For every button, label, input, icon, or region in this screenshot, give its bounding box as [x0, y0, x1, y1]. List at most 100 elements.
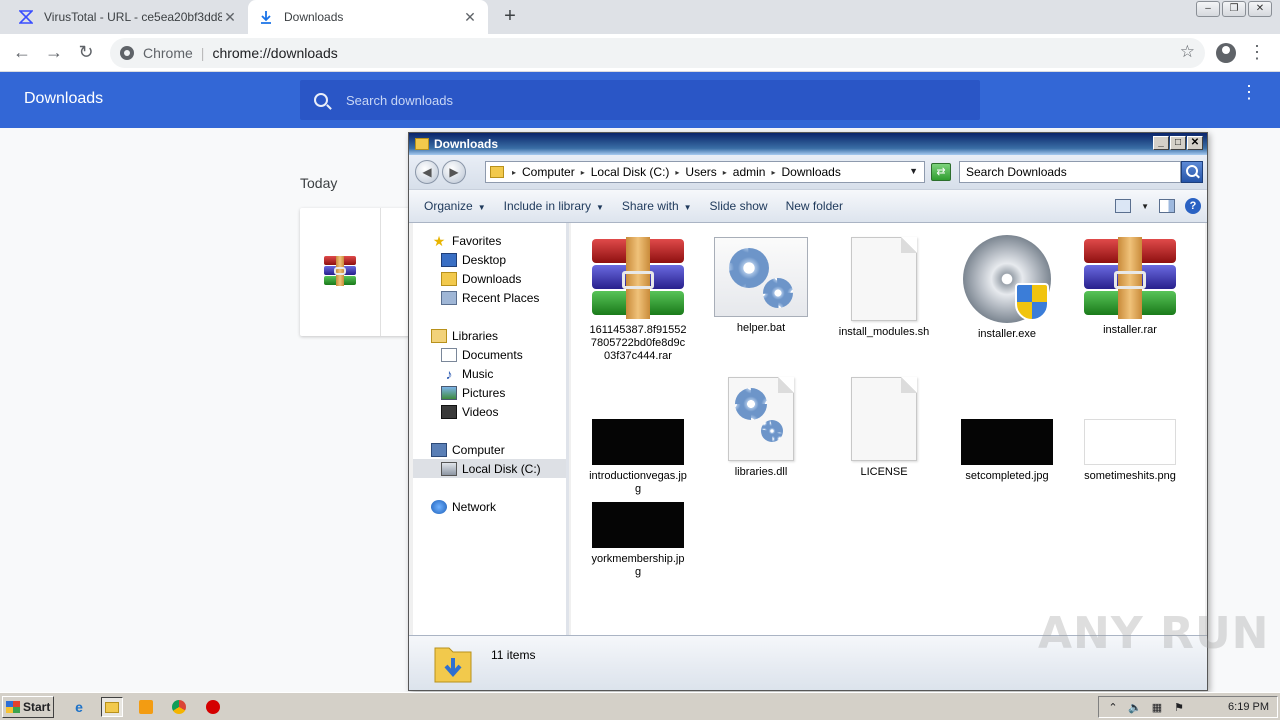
address-bar[interactable]: Chrome | chrome://downloads	[110, 38, 1205, 68]
virustotal-icon	[18, 9, 34, 25]
new-folder-button[interactable]: New folder	[777, 199, 852, 213]
downloads-search[interactable]	[300, 80, 980, 120]
restore-button[interactable]: ❐	[1222, 1, 1246, 17]
internet-explorer-icon[interactable]: e	[68, 697, 90, 717]
nav-network[interactable]: Network	[431, 497, 496, 516]
file-name: install_modules.sh	[838, 326, 930, 338]
file-item[interactable]: libraries.dll	[706, 377, 816, 479]
chevron-down-icon: ▼	[477, 203, 486, 212]
close-button[interactable]: ✕	[1187, 136, 1203, 150]
more-actions-icon[interactable]: ⋮	[1240, 83, 1258, 101]
breadcrumb[interactable]: ▸ Computer ▸ Local Disk (C:) ▸ Users ▸ a…	[485, 161, 925, 183]
file-item[interactable]: 161145387.8f915527805722bd0fe8d9c03f37c4…	[583, 237, 693, 363]
nav-music[interactable]: ♪ Music	[441, 364, 494, 383]
close-button[interactable]: ✕	[1248, 1, 1272, 17]
explorer-title-bar[interactable]: Downloads _ □ ✕	[409, 133, 1207, 155]
explorer-window-controls: _ □ ✕	[1153, 136, 1203, 150]
nav-computer[interactable]: Computer	[431, 440, 505, 459]
nav-label: Pictures	[462, 385, 506, 400]
breadcrumb-item[interactable]: admin	[733, 165, 766, 179]
pictures-icon	[441, 385, 457, 400]
winrar-file-icon	[324, 256, 356, 286]
minimize-button[interactable]: ‒	[1196, 1, 1220, 17]
nav-pictures[interactable]: Pictures	[441, 383, 505, 402]
nav-local-disk[interactable]: Local Disk (C:)	[413, 459, 566, 478]
back-button[interactable]: ←	[10, 41, 34, 65]
file-item[interactable]: introductionvegas.jpg	[583, 419, 693, 496]
preview-pane-icon[interactable]	[1159, 199, 1175, 213]
nav-recent-places[interactable]: Recent Places	[441, 288, 539, 307]
explorer-search[interactable]	[959, 161, 1181, 183]
tab-downloads[interactable]: Downloads ✕	[248, 0, 488, 34]
chevron-right-icon[interactable]: ▸	[723, 168, 727, 177]
file-item[interactable]: yorkmembership.jpg	[583, 502, 693, 579]
search-input[interactable]	[346, 92, 946, 108]
breadcrumb-item[interactable]: Users	[685, 165, 716, 179]
close-tab-icon[interactable]: ✕	[222, 9, 238, 26]
new-tab-button[interactable]: +	[498, 5, 522, 28]
forward-button[interactable]: ▶	[442, 160, 466, 184]
explorer-taskbar-icon[interactable]	[101, 697, 123, 717]
start-button[interactable]: Start	[2, 696, 54, 718]
profile-avatar-icon[interactable]	[1216, 43, 1236, 63]
volume-icon[interactable]: 🔈	[1127, 701, 1143, 714]
search-input[interactable]	[966, 165, 1166, 179]
show-hidden-icons-icon[interactable]: ⌃	[1105, 701, 1121, 714]
organize-menu[interactable]: Organize ▼	[415, 199, 495, 213]
breadcrumb-item[interactable]: Downloads	[781, 165, 840, 179]
chevron-right-icon[interactable]: ▸	[675, 168, 679, 177]
nav-downloads[interactable]: Downloads	[441, 269, 521, 288]
chevron-right-icon[interactable]: ▸	[771, 168, 775, 177]
chrome-menu-icon[interactable]: ⋮	[1248, 42, 1266, 63]
nav-videos[interactable]: Videos	[441, 402, 498, 421]
tab-title: VirusTotal - URL - ce5ea20bf3dd86a	[44, 10, 222, 24]
nav-documents[interactable]: Documents	[441, 345, 523, 364]
slide-show-button[interactable]: Slide show	[701, 199, 777, 213]
change-view-icon[interactable]	[1115, 199, 1132, 213]
back-button[interactable]: ◀	[415, 160, 439, 184]
nav-desktop[interactable]: Desktop	[441, 250, 506, 269]
chevron-down-icon: ▼	[683, 203, 692, 212]
network-tray-icon[interactable]: ▦	[1149, 701, 1165, 714]
file-item[interactable]: install_modules.sh	[829, 237, 939, 339]
stop-sign-icon[interactable]	[202, 697, 224, 717]
refresh-icon[interactable]: ⇄	[931, 163, 951, 181]
maximize-button[interactable]: □	[1170, 136, 1186, 150]
search-icon[interactable]	[1181, 161, 1203, 183]
media-player-icon[interactable]	[135, 697, 157, 717]
breadcrumb-item[interactable]: Local Disk (C:)	[591, 165, 670, 179]
file-item[interactable]: installer.exe	[952, 235, 1062, 341]
chevron-down-icon[interactable]: ▼	[909, 166, 918, 176]
chevron-right-icon[interactable]: ▸	[512, 168, 516, 177]
chevron-down-icon[interactable]: ▼	[1141, 202, 1149, 211]
chevron-right-icon[interactable]: ▸	[581, 168, 585, 177]
close-tab-icon[interactable]: ✕	[462, 9, 478, 26]
file-item[interactable]: setcompleted.jpg	[952, 419, 1062, 483]
forward-button[interactable]: →	[42, 41, 66, 65]
documents-icon	[441, 347, 457, 362]
action-center-flag-icon[interactable]: ⚑	[1171, 701, 1187, 714]
nav-libraries[interactable]: Libraries	[431, 326, 498, 345]
file-name: setcompleted.jpg	[965, 470, 1049, 482]
help-icon[interactable]: ?	[1185, 198, 1201, 214]
include-in-library-menu[interactable]: Include in library ▼	[495, 199, 613, 213]
share-with-menu[interactable]: Share with ▼	[613, 199, 701, 213]
installer-disc-icon	[963, 235, 1051, 323]
desktop-icon	[441, 252, 457, 267]
tab-virustotal[interactable]: VirusTotal - URL - ce5ea20bf3dd86a ✕	[8, 0, 248, 34]
url-text: chrome://downloads	[212, 45, 338, 61]
image-thumbnail	[1084, 419, 1176, 465]
reload-button[interactable]: ↻	[74, 41, 98, 65]
chrome-taskbar-icon[interactable]	[168, 697, 190, 717]
file-item[interactable]: helper.bat	[706, 237, 816, 335]
file-name: yorkmembership.jpg	[591, 553, 685, 578]
breadcrumb-item[interactable]: Computer	[522, 165, 575, 179]
file-item[interactable]: LICENSE	[829, 377, 939, 479]
file-item[interactable]: installer.rar	[1075, 237, 1185, 337]
minimize-button[interactable]: _	[1153, 136, 1169, 150]
nav-favorites[interactable]: ★ Favorites	[431, 231, 502, 250]
file-item[interactable]: sometimeshits.png	[1075, 419, 1185, 483]
url-origin: Chrome	[143, 45, 193, 61]
bookmark-star-icon[interactable]: ☆	[1180, 42, 1195, 62]
downloads-folder-icon	[441, 271, 457, 286]
